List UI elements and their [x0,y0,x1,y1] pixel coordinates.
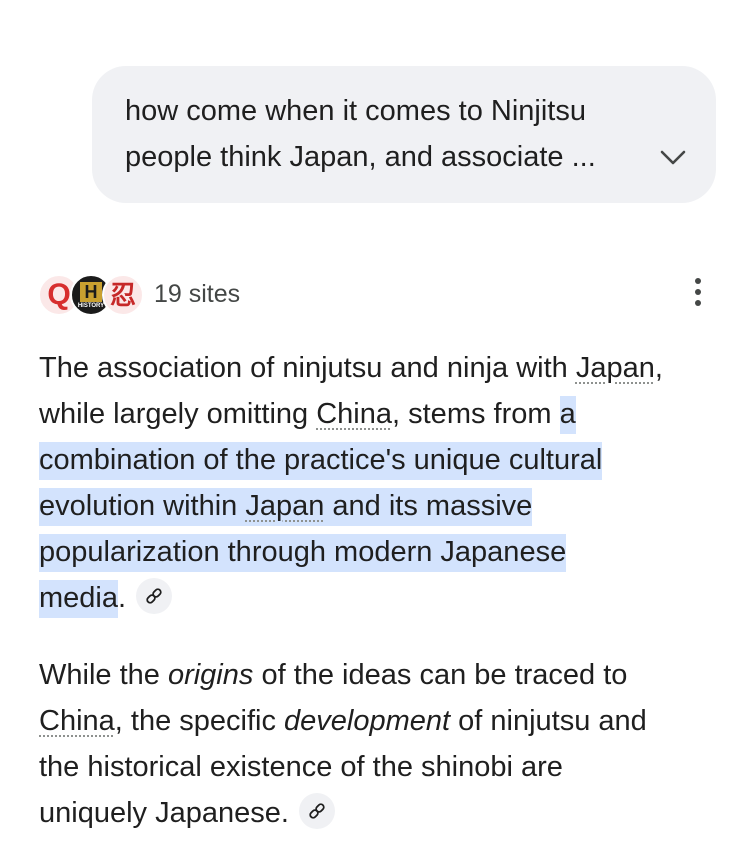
link-icon [309,803,325,820]
answer-line: media. [39,575,729,621]
query-line-1: how come when it comes to Ninjitsu [125,95,586,127]
answer-line: popularization through modern Japanese [39,529,729,575]
more-dot [695,300,701,306]
user-query-text: how come when it comes to Ninjitsu peopl… [125,88,645,180]
entity-link-china[interactable]: China [316,398,392,430]
link-icon [146,588,162,605]
source-link-button[interactable] [298,793,335,830]
text-run: While the [39,659,168,691]
text-run: The association of ninjutsu and ninja wi… [39,352,576,384]
highlighted-text[interactable]: popularization through modern Japanese [39,534,567,572]
user-query-bubble[interactable]: how come when it comes to Ninjitsu peopl… [92,66,716,203]
text-run: . [118,582,127,614]
highlighted-text[interactable]: media [39,580,118,618]
more-dot [695,289,701,295]
text-run: the historical existence of the shinobi … [39,751,563,783]
answer-line: China, the specific development of ninju… [39,698,729,744]
text-run: of the ideas can be traced to [253,659,628,691]
text-run: uniquely Japanese. [39,797,289,829]
quora-glyph: Q [47,278,71,311]
history-h-glyph: H [80,282,102,302]
text-run: of ninjutsu and [450,705,647,737]
chat-response-view: how come when it comes to Ninjitsu peopl… [0,0,755,858]
text-run: , [654,352,663,384]
ninja-site-icon: 忍 [102,274,144,316]
answer-line: evolution within Japan and its massive [39,483,729,529]
answer-line: combination of the practice's unique cul… [39,437,729,483]
answer-line: uniquely Japanese. [39,790,729,836]
more-dot [695,278,701,284]
emphasis-text: development [284,705,451,737]
answer-line: the historical existence of the shinobi … [39,744,729,790]
emphasis-text: origins [167,659,254,691]
query-line-2: people think Japan, and associate ... [125,141,596,173]
answer-paragraph-1: The association of ninjutsu and ninja wi… [39,345,729,621]
text-run: evolution within [39,490,246,522]
answer-line: While the origins of the ideas can be tr… [39,652,729,698]
ninja-glyph: 忍 [109,280,136,310]
text-run: , the specific [114,705,285,737]
entity-link-japan[interactable]: Japan [245,490,324,522]
sources-row[interactable]: Q H HISTORY 忍 19 sites [38,274,240,316]
entity-link-china[interactable]: China [39,705,115,737]
more-options-icon[interactable] [686,276,710,308]
answer-paragraph-2: While the origins of the ideas can be tr… [39,652,729,836]
source-link-button[interactable] [136,578,173,615]
highlighted-text[interactable]: evolution within Japan and its massive [39,488,533,526]
source-favicon-stack: Q H HISTORY 忍 [38,274,144,316]
highlighted-text[interactable]: combination of the practice's unique cul… [39,442,603,480]
sources-count-label[interactable]: 19 sites [154,280,240,309]
highlighted-text[interactable]: a [559,396,576,434]
entity-link-japan[interactable]: Japan [576,352,655,384]
text-run: , stems from [392,398,560,430]
text-run: and its massive [324,490,533,522]
answer-line: while largely omitting China, stems from… [39,391,729,437]
chevron-down-icon[interactable] [660,150,686,166]
text-run: while largely omitting [39,398,317,430]
answer-line: The association of ninjutsu and ninja wi… [39,345,729,391]
